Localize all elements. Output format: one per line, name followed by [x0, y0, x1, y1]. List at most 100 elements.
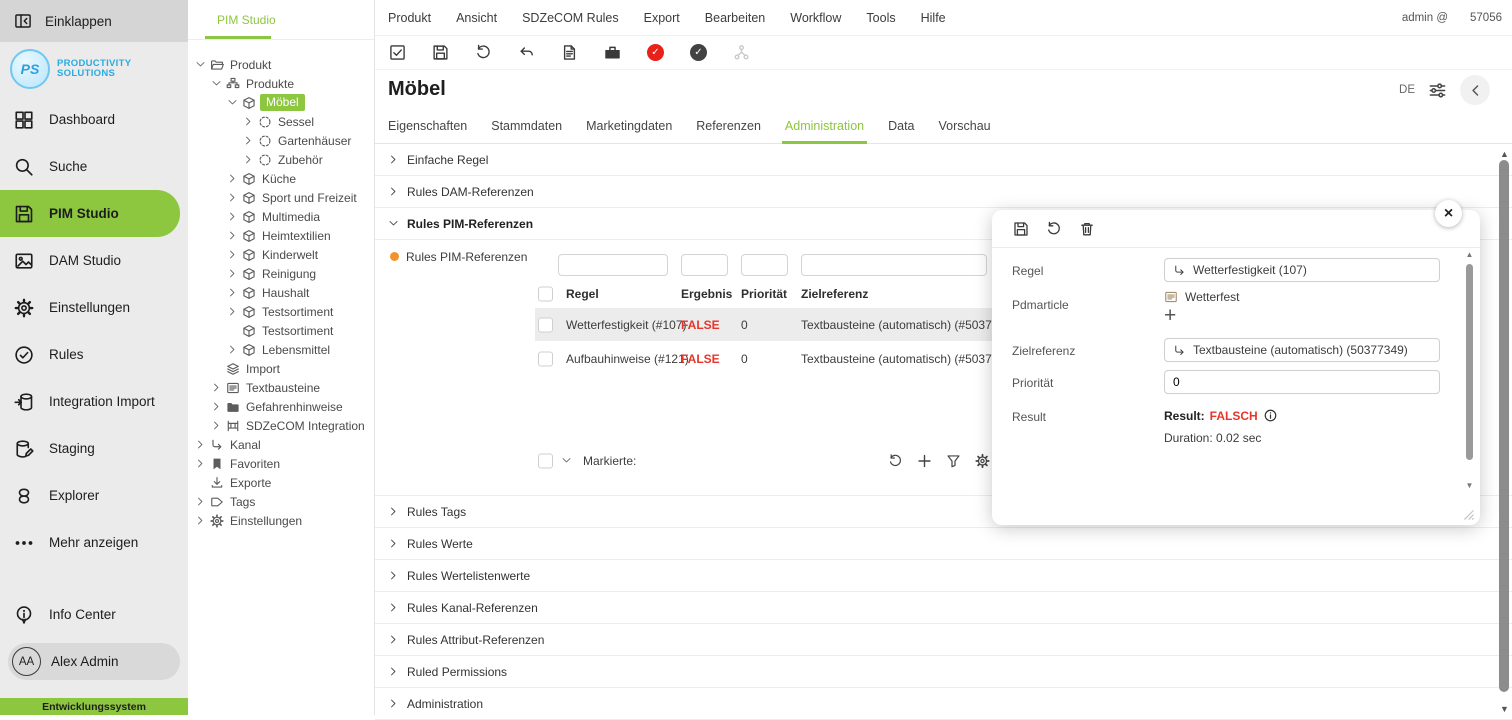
tree-item-lebensmittel[interactable]: Lebensmittel	[188, 340, 374, 359]
close-button[interactable]: ×	[1435, 200, 1462, 227]
tree-item-sdzecom-integration[interactable]: SDZeCOM Integration	[188, 416, 374, 435]
funnel-icon[interactable]	[946, 453, 961, 468]
row-checkbox[interactable]	[538, 351, 553, 366]
gear-icon[interactable]	[975, 453, 990, 468]
language-label[interactable]: DE	[1399, 84, 1415, 96]
filter-prioritaet-input[interactable]	[741, 254, 788, 276]
section-rules-wertelistenwerte[interactable]: Rules Wertelistenwerte	[375, 560, 1512, 592]
chevron-down-icon[interactable]	[212, 79, 221, 88]
collapse-sidebar-button[interactable]: Einklappen	[0, 0, 188, 42]
tree-item-tags[interactable]: Tags	[188, 492, 374, 511]
tree-item-sport-und-freizeit[interactable]: Sport und Freizeit	[188, 188, 374, 207]
menu-workflow[interactable]: Workflow	[790, 11, 841, 25]
scroll-down-icon[interactable]: ▼	[1465, 481, 1474, 490]
chevron-right-icon[interactable]	[196, 459, 205, 468]
section-administration[interactable]: Administration	[375, 688, 1512, 720]
chevron-right-icon[interactable]	[228, 174, 237, 183]
menu-hilfe[interactable]: Hilfe	[921, 11, 946, 25]
chevron-right-icon[interactable]	[228, 231, 237, 240]
tree-item-gefahrenhinweise[interactable]: Gefahrenhinweise	[188, 397, 374, 416]
column-header-regel[interactable]: Regel	[566, 287, 599, 301]
chevron-right-icon[interactable]	[228, 345, 237, 354]
chevron-right-icon[interactable]	[228, 212, 237, 221]
chevron-right-icon[interactable]	[228, 307, 237, 316]
filter-ergebnis-input[interactable]	[681, 254, 728, 276]
tree-item-sessel[interactable]: Sessel	[188, 112, 374, 131]
tab-administration[interactable]: Administration	[785, 113, 864, 143]
page-scroll-up-icon[interactable]: ▲	[1499, 149, 1510, 159]
footer-checkbox[interactable]	[538, 453, 553, 468]
tree-item-möbel[interactable]: Möbel	[188, 93, 374, 112]
table-row[interactable]: Wetterfestigkeit (#107)FALSE0Textbaustei…	[535, 308, 992, 341]
tree-item-produkt[interactable]: Produkt	[188, 55, 374, 74]
tree-item-einstellungen[interactable]: Einstellungen	[188, 511, 374, 530]
filter-zielreferenz-input[interactable]	[801, 254, 987, 276]
tab-stammdaten[interactable]: Stammdaten	[491, 113, 562, 143]
tree-item-textbausteine[interactable]: Textbausteine	[188, 378, 374, 397]
chevron-right-icon[interactable]	[196, 516, 205, 525]
chevron-right-icon[interactable]	[212, 383, 221, 392]
chevron-right-icon[interactable]	[196, 440, 205, 449]
zielreferenz-input[interactable]: Textbausteine (automatisch) (50377349)	[1164, 338, 1440, 362]
select-all-checkbox[interactable]	[538, 287, 553, 302]
tree-item-import[interactable]: Import	[188, 359, 374, 378]
column-header-ergebnis[interactable]: Ergebnis	[681, 287, 732, 301]
tree-item-gartenhäuser[interactable]: Gartenhäuser	[188, 131, 374, 150]
section-rules-kanal-referenzen[interactable]: Rules Kanal-Referenzen	[375, 592, 1512, 624]
tree-item-multimedia[interactable]: Multimedia	[188, 207, 374, 226]
rotate-icon[interactable]	[1046, 221, 1062, 237]
scroll-thumb[interactable]	[1466, 264, 1473, 460]
save-check-icon[interactable]	[389, 44, 406, 61]
filter-regel-input[interactable]	[558, 254, 668, 276]
tree-item-favoriten[interactable]: Favoriten	[188, 454, 374, 473]
menu-bearbeiten[interactable]: Bearbeiten	[705, 11, 765, 25]
chevron-right-icon[interactable]	[244, 117, 253, 126]
tree-item-heimtextilien[interactable]: Heimtextilien	[188, 226, 374, 245]
briefcase-icon[interactable]	[604, 44, 621, 61]
section-rules-werte[interactable]: Rules Werte	[375, 528, 1512, 560]
chevron-right-icon[interactable]	[228, 193, 237, 202]
tab-pim-studio-tree[interactable]: PIM Studio	[188, 13, 374, 27]
plus-icon[interactable]	[917, 453, 932, 468]
sidebar-item-mehr-anzeigen[interactable]: Mehr anzeigen	[0, 519, 188, 566]
prioritaet-input[interactable]	[1173, 375, 1431, 389]
view-settings-icon[interactable]	[1428, 81, 1447, 100]
chevron-right-icon[interactable]	[212, 421, 221, 430]
info-circle-icon[interactable]	[1263, 408, 1278, 423]
sidebar-item-explorer[interactable]: Explorer	[0, 472, 188, 519]
sidebar-item-einstellungen[interactable]: Einstellungen	[0, 284, 188, 331]
validate-red-icon[interactable]: ✓	[647, 44, 664, 61]
sidebar-item-info-center[interactable]: Info Center	[0, 591, 188, 638]
tab-eigenschaften[interactable]: Eigenschaften	[388, 113, 467, 143]
collapse-panel-button[interactable]	[1460, 75, 1490, 105]
column-header-zielreferenz[interactable]: Zielreferenz	[801, 287, 868, 301]
menu-ansicht[interactable]: Ansicht	[456, 11, 497, 25]
document-icon[interactable]	[561, 44, 578, 61]
tree-item-kanal[interactable]: Kanal	[188, 435, 374, 454]
tab-marketingdaten[interactable]: Marketingdaten	[586, 113, 672, 143]
trash-icon[interactable]	[1079, 221, 1095, 237]
tree-item-exporte[interactable]: Exporte	[188, 473, 374, 492]
chevron-right-icon[interactable]	[244, 136, 253, 145]
sidebar-item-dashboard[interactable]: Dashboard	[0, 96, 188, 143]
tab-data[interactable]: Data	[888, 113, 914, 143]
menu-produkt[interactable]: Produkt	[388, 11, 431, 25]
save-icon[interactable]	[432, 44, 449, 61]
undo-icon[interactable]	[518, 44, 535, 61]
scroll-up-icon[interactable]: ▲	[1465, 250, 1474, 259]
menu-tools[interactable]: Tools	[866, 11, 895, 25]
tree-item-kinderwelt[interactable]: Kinderwelt	[188, 245, 374, 264]
row-checkbox[interactable]	[538, 317, 553, 332]
resize-handle-icon[interactable]	[1461, 507, 1476, 522]
section-rules-attribut-referenzen[interactable]: Rules Attribut-Referenzen	[375, 624, 1512, 656]
pdmarticle-value-row[interactable]: Wetterfest	[1164, 290, 1239, 304]
sidebar-item-integration-import[interactable]: Integration Import	[0, 378, 188, 425]
chevron-right-icon[interactable]	[212, 402, 221, 411]
page-scroll-down-icon[interactable]: ▼	[1499, 704, 1510, 714]
save-icon[interactable]	[1013, 221, 1029, 237]
chevron-right-icon[interactable]	[228, 250, 237, 259]
regel-input[interactable]: Wetterfestigkeit (107)	[1164, 258, 1440, 282]
sidebar-item-rules[interactable]: Rules	[0, 331, 188, 378]
table-row[interactable]: Aufbauhinweise (#121)FALSE0Textbausteine…	[535, 342, 992, 375]
chevron-down-icon[interactable]	[196, 60, 205, 69]
